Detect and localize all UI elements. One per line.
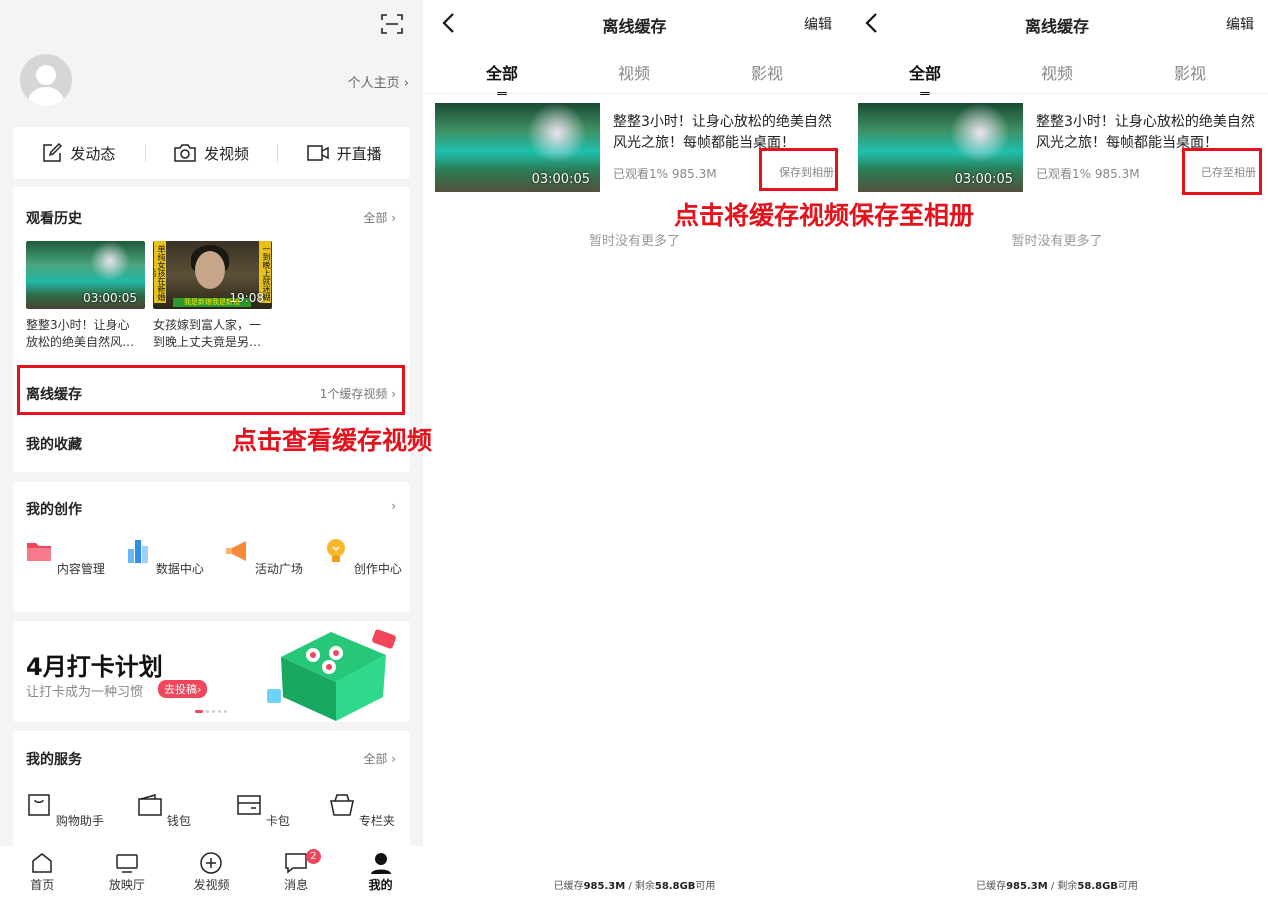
storage-info: 已缓存985.3M / 剩余58.8GB可用 [976,881,1138,892]
watch-history-all-link[interactable]: 全部 › [363,209,396,226]
save-button-highlight [759,148,838,191]
history-caption-1[interactable]: 整整3小时！让身心 放松的绝美自然风… [26,317,148,351]
duration-label: 19:08 [229,291,264,305]
tab-film[interactable]: 影视 [727,60,807,84]
avatar[interactable] [20,54,72,106]
carousel-dots [195,710,227,713]
wallet-button[interactable]: 钱包 [124,793,204,829]
page-title: 离线缓存 [602,17,667,36]
tab-film[interactable]: 影视 [1150,60,1230,84]
video-thumbnail[interactable]: 03:00:05 [858,103,1023,192]
banner-subtitle: 让打卡成为一种习惯 [26,685,144,700]
video-camera-icon [306,145,329,161]
personal-home-link[interactable]: 个人主页 › [348,72,409,91]
message-badge: 2 [305,849,321,864]
lightbulb-icon [327,539,346,562]
folder-icon [27,543,52,561]
cache-tabs: 全部 视频 影视 [846,60,1268,95]
no-more-label: 暂时没有更多了 [588,234,680,249]
history-caption-2[interactable]: 女孩嫁到富人家，一 到晚上丈夫竟是另… [153,317,275,351]
storage-info: 已缓存985.3M / 剩余58.8GB可用 [553,881,716,892]
creation-arrow[interactable]: › [391,499,396,513]
activity-square-button[interactable]: 活动广场 [223,537,303,577]
camera-icon [174,144,196,162]
services-title: 我的服务 [26,752,82,768]
duration-label: 03:00:05 [954,172,1013,187]
video-thumbnail[interactable]: 03:00:05 [435,103,600,192]
my-creation-card: 我的创作 › 内容管理 数据中心 活动广场 创作中心 [13,482,410,612]
tab-me[interactable]: 我的 [338,846,423,897]
saved-label-highlight [1182,148,1262,195]
creator-center-button[interactable]: 创作中心 [322,537,402,577]
duration-label: 03:00:05 [83,291,137,305]
wallet-icon [138,794,162,816]
basket-icon [330,794,355,816]
cache-panel-after: 离线缓存 编辑 全部 视频 影视 03:00:05 整整3小时！让身心放松的绝美… [846,0,1268,897]
bar-chart-icon [128,540,149,563]
data-center-button[interactable]: 数据中心 [124,537,204,577]
no-more-label: 暂时没有更多了 [1011,234,1103,249]
duration-label: 03:00:05 [531,172,590,187]
tab-all[interactable]: 全部 [462,60,542,95]
megaphone-icon [226,541,247,561]
annotation-view-cache: 点击查看缓存视频 [232,426,433,455]
plus-circle-icon [200,852,223,874]
video-meta: 已观看1% 985.3M [613,167,717,181]
tab-home[interactable]: 首页 [0,846,85,897]
my-services-card: 我的服务 全部 › 购物助手 钱包 卡包 专栏夹 [13,731,410,851]
content-management-button[interactable]: 内容管理 [25,537,105,577]
creation-title: 我的创作 [26,502,82,518]
bottom-tab-bar: 首页 放映厅 发视频 消息 2 我的 [0,846,423,897]
chat-icon [285,853,307,874]
post-status-button[interactable]: 发动态 [13,143,145,164]
history-thumb-2[interactable]: 单纯女孩在新婚后 一到晚上就迷糊 我是新娘我是新娘 19:08 [153,241,272,309]
checkin-banner[interactable]: 4月打卡计划 让打卡成为一种习惯 去投稿› [13,621,410,722]
video-meta: 已观看1% 985.3M [1036,167,1140,181]
cache-panel-before: 离线缓存 编辑 全部 视频 影视 03:00:05 整整3小时！让身心放松的绝美… [423,0,846,897]
tv-icon [116,854,138,873]
tab-post-video[interactable]: 发视频 [169,846,254,897]
gift-box-illustration [267,629,396,721]
go-live-button[interactable]: 开直播 [278,143,410,164]
shopping-bag-icon [28,794,50,816]
history-thumb-1[interactable]: 03:00:05 [26,241,145,309]
post-video-button[interactable]: 发视频 [146,143,278,164]
watch-history-title: 观看历史 [26,211,82,227]
tab-all[interactable]: 全部 [885,60,965,95]
home-icon [32,853,53,873]
edit-button[interactable]: 编辑 [804,14,832,34]
card-icon [237,795,261,815]
banner-title: 4月打卡计划 [26,653,163,681]
card-holder-button[interactable]: 卡包 [223,793,303,829]
cache-tabs: 全部 视频 影视 [423,60,846,95]
services-all-link[interactable]: 全部 › [363,750,396,767]
quick-actions: 发动态 发视频 开直播 [13,127,410,179]
annotation-save-to-album: 点击将缓存视频保存至相册 [674,201,975,230]
page-title: 离线缓存 [1024,17,1089,36]
favorites-label[interactable]: 我的收藏 [26,434,82,454]
tab-theater[interactable]: 放映厅 [85,846,170,897]
tab-video[interactable]: 视频 [594,60,674,84]
user-icon [370,853,391,874]
offline-cache-highlight [17,365,405,415]
column-folder-button[interactable]: 专栏夹 [322,793,402,829]
shopping-assistant-button[interactable]: 购物助手 [25,793,105,829]
edit-icon [43,143,63,162]
submit-button[interactable]: 去投稿› [158,680,208,698]
tab-messages[interactable]: 消息 2 [254,846,339,897]
scan-icon[interactable] [381,13,403,35]
edit-button[interactable]: 编辑 [1226,14,1254,34]
tab-video[interactable]: 视频 [1017,60,1097,84]
